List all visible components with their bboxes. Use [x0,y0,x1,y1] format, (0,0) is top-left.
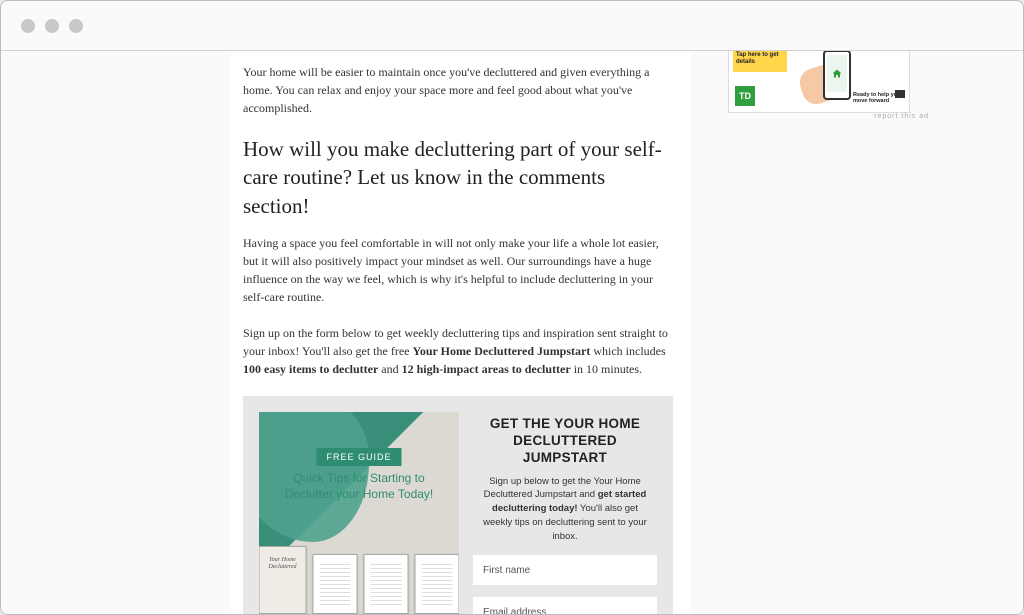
email-placeholder: Email address [483,607,546,614]
promo-title: Quick Tips for Starting to Declutter you… [269,470,449,502]
ad-phone-illustration [823,51,851,100]
promo-pages: Your Home Decluttered [259,546,459,614]
promo-worksheet-3 [415,554,460,614]
signup-text-e: and [378,362,401,376]
window-dot-3 [69,19,83,33]
report-ad-link[interactable]: report this ad [874,113,929,120]
sidebar-ad[interactable]: Tap here to get details TD Ready to help… [728,51,910,113]
viewport: Your home will be easier to maintain onc… [1,51,1023,614]
ad-cta-label: Tap here to get details [733,51,787,72]
browser-chrome [1,1,1023,51]
signup-card: FREE GUIDE Quick Tips for Starting to De… [243,396,673,614]
browser-frame: Your home will be easier to maintain onc… [0,0,1024,615]
promo-worksheet-1 [313,554,358,614]
window-dot-1 [21,19,35,33]
benefit-1: 100 easy items to declutter [243,362,378,376]
first-name-input[interactable]: First name [473,555,657,585]
td-logo: TD [735,86,755,106]
jumpstart-name: Your Home Decluttered Jumpstart [412,344,590,358]
signup-text-c: which includes [590,344,665,358]
paragraph-comfort: Having a space you feel comfortable in w… [243,234,673,306]
cover-title: Your Home Decluttered [264,557,302,571]
article-column: Your home will be easier to maintain onc… [243,51,673,614]
paragraph-signup: Sign up on the form below to get weekly … [243,324,673,378]
house-icon [831,68,843,80]
form-subtext: Sign up below to get the Your Home Declu… [473,475,657,544]
promo-worksheet-2 [364,554,409,614]
free-guide-badge: FREE GUIDE [316,448,401,466]
section-heading: How will you make decluttering part of y… [243,135,673,220]
promo-image: FREE GUIDE Quick Tips for Starting to De… [259,412,459,614]
ad-phone-screen [827,55,847,92]
signup-text-g: in 10 minutes. [571,362,642,376]
benefit-2: 12 high-impact areas to declutter [402,362,571,376]
first-name-placeholder: First name [483,565,530,576]
ad-decorative-icon [895,90,905,98]
window-dot-2 [45,19,59,33]
form-heading: GET THE YOUR HOME DECLUTTERED JUMPSTART [473,416,657,467]
sidebar: Tap here to get details TD Ready to help… [728,51,915,113]
email-input[interactable]: Email address [473,597,657,614]
signup-form: GET THE YOUR HOME DECLUTTERED JUMPSTART … [473,412,657,614]
paragraph-intro: Your home will be easier to maintain onc… [243,63,673,117]
promo-cover-page: Your Home Decluttered [259,546,307,614]
